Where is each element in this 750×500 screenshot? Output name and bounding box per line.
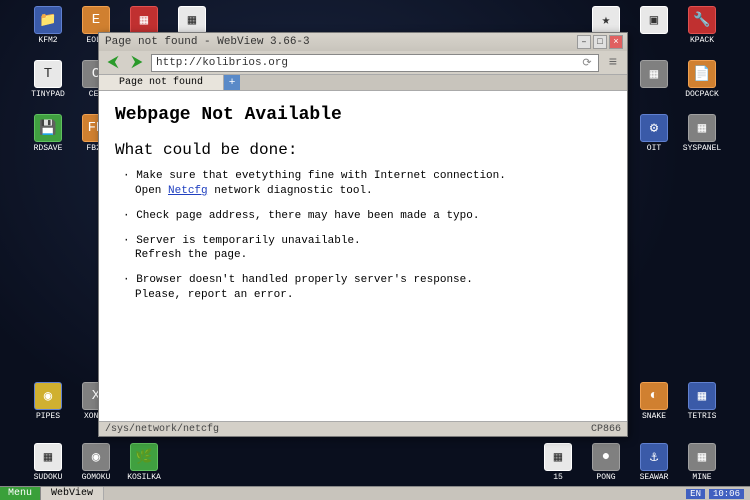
- desktop-icon[interactable]: ●PONG: [590, 443, 622, 482]
- desktop-icon[interactable]: ▦SYSPANEL: [686, 114, 718, 153]
- back-button[interactable]: ⮜: [103, 53, 123, 73]
- url-input[interactable]: http://kolibrios.org ⟳: [151, 54, 599, 72]
- status-bar: /sys/network/netcfg CP866: [99, 421, 627, 436]
- desktop-icon[interactable]: ▦15: [542, 443, 574, 482]
- desktop-icon[interactable]: ⚓SEAWAR: [638, 443, 670, 482]
- netcfg-link[interactable]: Netcfg: [168, 185, 208, 197]
- desktop-icon[interactable]: 📄DOCPACK: [686, 60, 718, 99]
- desktop-icon[interactable]: ◉GOMOKU: [80, 443, 112, 482]
- desktop-icon[interactable]: ▦SUDOKU: [32, 443, 64, 482]
- maximize-button[interactable]: □: [593, 35, 607, 49]
- system-tray: EN 10:06: [680, 487, 750, 500]
- desktop: 📁KFM2 EEOLI ▦ ▦ ★ ▣ 🔧KPACK TTINYPAD CCED…: [0, 0, 750, 500]
- new-tab-button[interactable]: +: [224, 75, 240, 90]
- desktop-icon[interactable]: ▦TETRIS: [686, 382, 718, 430]
- page-content: Webpage Not Available What could be done…: [99, 91, 627, 421]
- desktop-icons-bottom2-left: ▦SUDOKU ◉GOMOKU 🌿KOSILKA: [32, 443, 160, 482]
- browser-window: Page not found - WebView 3.66-3 – □ × ⮜ …: [98, 32, 628, 437]
- refresh-icon[interactable]: ⟳: [580, 56, 594, 70]
- desktop-icon[interactable]: ▣: [638, 6, 670, 45]
- desktop-icon[interactable]: ◉PIPES: [32, 382, 64, 430]
- window-title: Page not found - WebView 3.66-3: [103, 36, 575, 48]
- status-encoding: CP866: [591, 424, 621, 435]
- menu-icon[interactable]: ≡: [603, 55, 623, 71]
- minimize-button[interactable]: –: [577, 35, 591, 49]
- status-path: /sys/network/netcfg: [105, 424, 591, 435]
- list-item: Browser doesn't handled properly server'…: [123, 273, 611, 303]
- desktop-icon[interactable]: ▦MINE: [686, 443, 718, 482]
- suggestion-list: Make sure that evetything fine with Inte…: [123, 169, 611, 303]
- desktop-icon[interactable]: 💾RDSAVE: [32, 114, 64, 153]
- desktop-icon[interactable]: 🔧KPACK: [686, 6, 718, 45]
- forward-button[interactable]: ⮞: [127, 53, 147, 73]
- desktop-icon[interactable]: ◐SNAKE: [638, 382, 670, 430]
- start-menu-button[interactable]: Menu: [0, 487, 41, 500]
- desktop-icons-bottom2-right: ▦15 ●PONG ⚓SEAWAR ▦MINE: [542, 443, 718, 482]
- desktop-icon[interactable]: 📁KFM2: [32, 6, 64, 45]
- error-heading: Webpage Not Available: [115, 105, 611, 125]
- taskbar-app[interactable]: WebView: [41, 487, 104, 500]
- toolbar: ⮜ ⮞ http://kolibrios.org ⟳ ≡: [99, 51, 627, 75]
- close-button[interactable]: ×: [609, 35, 623, 49]
- desktop-icon[interactable]: ▦: [638, 60, 670, 99]
- desktop-icon[interactable]: 🌿KOSILKA: [128, 443, 160, 482]
- tab-bar: Page not found +: [99, 75, 627, 91]
- taskbar: Menu WebView EN 10:06: [0, 486, 750, 500]
- desktop-icons-row3-right: ⚙OIT ▦SYSPANEL: [638, 114, 718, 153]
- tray-lang[interactable]: EN: [686, 489, 705, 499]
- tray-clock[interactable]: 10:06: [709, 489, 744, 499]
- titlebar[interactable]: Page not found - WebView 3.66-3 – □ ×: [99, 33, 627, 51]
- list-item: Server is temporarily unavailable. Refre…: [123, 234, 611, 264]
- list-item: Check page address, there may have been …: [123, 209, 611, 224]
- list-item: Make sure that evetything fine with Inte…: [123, 169, 611, 199]
- tab-active[interactable]: Page not found: [99, 75, 224, 90]
- error-subheading: What could be done:: [115, 141, 611, 159]
- desktop-icons-row2-right: ▦ 📄DOCPACK: [638, 60, 718, 99]
- url-text: http://kolibrios.org: [156, 57, 580, 69]
- desktop-icon[interactable]: TTINYPAD: [32, 60, 64, 99]
- desktop-icon[interactable]: ⚙OIT: [638, 114, 670, 153]
